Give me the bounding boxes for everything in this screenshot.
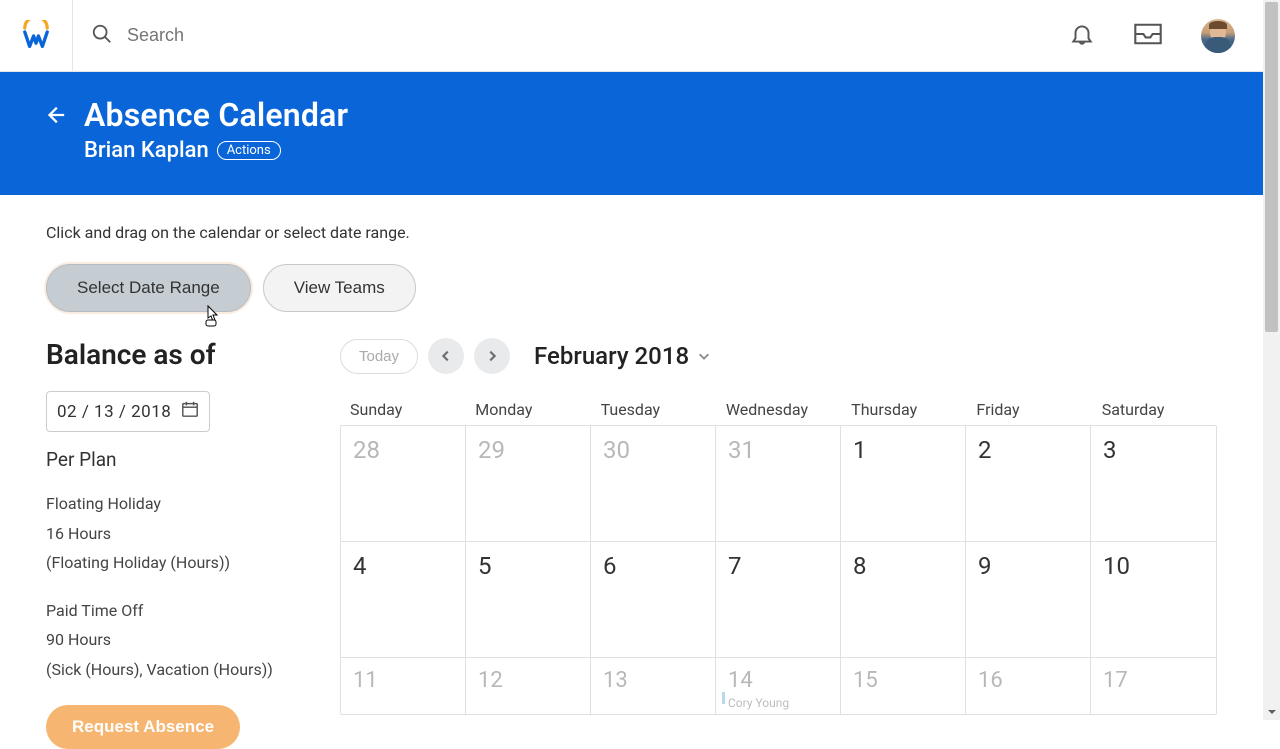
calendar-day[interactable]: 31 bbox=[716, 426, 841, 542]
calendar-day[interactable]: 1 bbox=[841, 426, 966, 542]
calendar-day[interactable]: 12 bbox=[466, 658, 591, 714]
calendar-day[interactable]: 29 bbox=[466, 426, 591, 542]
back-arrow-icon[interactable] bbox=[44, 104, 66, 130]
plan-paid-time-off: Paid Time Off 90 Hours (Sick (Hours), Va… bbox=[46, 596, 304, 685]
calendar-day[interactable]: 4 bbox=[341, 542, 466, 658]
next-month-button[interactable] bbox=[474, 338, 510, 374]
balance-date-value: 02 / 13 / 2018 bbox=[57, 402, 171, 422]
month-picker[interactable]: February 2018 bbox=[534, 342, 711, 370]
calendar-day[interactable]: 16 bbox=[966, 658, 1091, 714]
view-teams-button[interactable]: View Teams bbox=[263, 264, 416, 312]
actions-button[interactable]: Actions bbox=[217, 141, 281, 160]
calendar-day[interactable]: 11 bbox=[341, 658, 466, 714]
calendar-day[interactable]: 9 bbox=[966, 542, 1091, 658]
calendar-day[interactable]: 8 bbox=[841, 542, 966, 658]
balance-date-input[interactable]: 02 / 13 / 2018 bbox=[46, 391, 210, 432]
calendar-day[interactable]: 2 bbox=[966, 426, 1091, 542]
instruction-text: Click and drag on the calendar or select… bbox=[46, 223, 1217, 242]
calendar-day[interactable]: 13 bbox=[591, 658, 716, 714]
prev-month-button[interactable] bbox=[428, 338, 464, 374]
balance-heading: Balance as of bbox=[46, 338, 304, 371]
day-header: Thursday bbox=[841, 394, 966, 425]
calendar-day[interactable]: 15 bbox=[841, 658, 966, 714]
calendar-day[interactable]: 10 bbox=[1091, 542, 1216, 658]
page-title: Absence Calendar bbox=[84, 96, 348, 134]
calendar-day[interactable]: 14Cory Young bbox=[716, 658, 841, 714]
day-header: Friday bbox=[966, 394, 1091, 425]
day-header: Saturday bbox=[1092, 394, 1217, 425]
calendar-icon bbox=[181, 400, 199, 423]
plan-floating-holiday: Floating Holiday 16 Hours (Floating Holi… bbox=[46, 489, 304, 578]
chevron-down-icon bbox=[697, 349, 711, 363]
today-button[interactable]: Today bbox=[340, 339, 418, 374]
search-input[interactable] bbox=[127, 25, 427, 46]
calendar-day[interactable]: 7 bbox=[716, 542, 841, 658]
page-scrollbar[interactable] bbox=[1263, 0, 1280, 720]
inbox-icon[interactable] bbox=[1133, 22, 1163, 50]
calendar-day[interactable]: 28 bbox=[341, 426, 466, 542]
app-logo[interactable] bbox=[0, 0, 73, 72]
person-name: Brian Kaplan bbox=[84, 138, 209, 163]
calendar-day[interactable]: 17 bbox=[1091, 658, 1216, 714]
calendar-day[interactable]: 6 bbox=[591, 542, 716, 658]
calendar-day[interactable]: 5 bbox=[466, 542, 591, 658]
notifications-icon[interactable] bbox=[1069, 20, 1095, 52]
avatar[interactable] bbox=[1201, 19, 1235, 53]
per-plan-label: Per Plan bbox=[46, 448, 304, 471]
day-header: Sunday bbox=[340, 394, 465, 425]
day-header: Wednesday bbox=[716, 394, 841, 425]
request-absence-button[interactable]: Request Absence bbox=[46, 705, 240, 749]
search-icon bbox=[91, 23, 113, 49]
day-header: Monday bbox=[465, 394, 590, 425]
calendar-day[interactable]: 30 bbox=[591, 426, 716, 542]
calendar-day[interactable]: 3 bbox=[1091, 426, 1216, 542]
select-date-range-button[interactable]: Select Date Range bbox=[46, 264, 251, 312]
day-header: Tuesday bbox=[591, 394, 716, 425]
